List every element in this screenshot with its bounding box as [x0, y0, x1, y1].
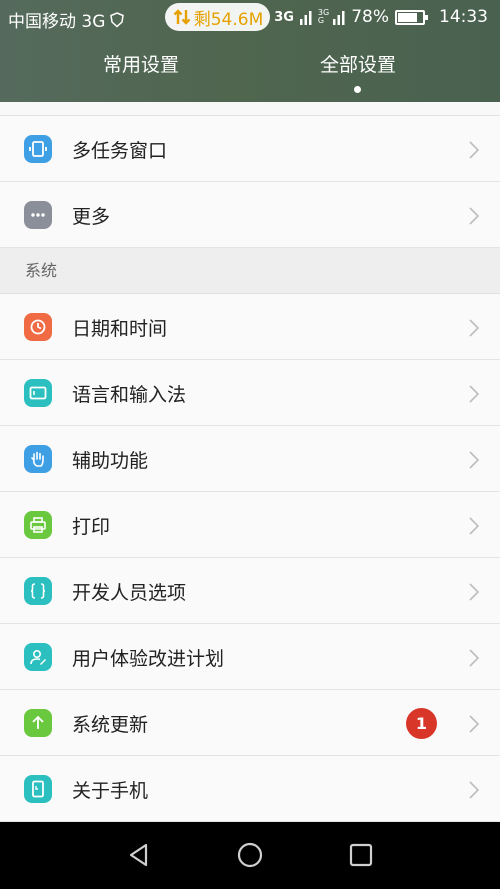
hand-icon — [24, 445, 52, 473]
carrier-label: 中国移动 3G — [8, 12, 106, 32]
home-icon[interactable] — [235, 840, 265, 870]
back-icon[interactable] — [124, 840, 154, 870]
system-nav-bar — [0, 822, 500, 889]
list-item-more[interactable]: 更多 — [0, 182, 500, 248]
list-item-label: 辅助功能 — [72, 450, 149, 472]
signal-icon-2 — [333, 11, 345, 25]
signal-icon — [299, 11, 312, 25]
shield-icon — [110, 11, 125, 28]
selected-tab-indicator — [354, 86, 361, 93]
list-item-label: 打印 — [72, 516, 111, 538]
list-item-label: 语言和输入法 — [72, 384, 187, 406]
printer-icon — [24, 511, 52, 539]
clock-time: 14:33 — [439, 7, 488, 27]
chevron-right-icon — [469, 207, 480, 225]
status-bar: 中国移动 3G 剩54.6M 3G 3G G 78% 14:33 — [0, 0, 500, 36]
chevron-right-icon — [469, 319, 480, 337]
list-item-label: 关于手机 — [72, 780, 149, 802]
list-item-language-input[interactable]: 语言和输入法 — [0, 360, 500, 426]
data-remaining-text: 剩54.6M — [193, 9, 264, 30]
multi-window-icon — [24, 135, 52, 163]
data-transfer-icon — [173, 9, 191, 25]
list-top-spacer — [0, 102, 500, 116]
network-type-small: 3G G — [318, 9, 329, 25]
section-header-system: 系统 — [0, 248, 500, 294]
chevron-right-icon — [469, 451, 480, 469]
chevron-right-icon — [469, 385, 480, 403]
list-item-date-time[interactable]: 日期和时间 — [0, 294, 500, 360]
chevron-right-icon — [469, 583, 480, 601]
app-header: 中国移动 3G 剩54.6M 3G 3G G 78% 14:33 常用设置 全部… — [0, 0, 500, 102]
chevron-right-icon — [469, 141, 480, 159]
keyboard-icon — [24, 379, 52, 407]
user-edit-icon — [24, 643, 52, 671]
chevron-right-icon — [469, 781, 480, 799]
chevron-right-icon — [469, 649, 480, 667]
list-item-label: 更多 — [72, 206, 111, 228]
more-dots-icon — [24, 201, 52, 229]
list-item-label: 多任务窗口 — [72, 140, 168, 162]
braces-icon — [24, 577, 52, 605]
data-usage-badge: 剩54.6M — [165, 3, 270, 31]
list-item-print[interactable]: 打印 — [0, 492, 500, 558]
tab-bar: 常用设置 全部设置 — [0, 50, 500, 90]
battery-percent: 78% — [351, 7, 389, 27]
list-item-label: 用户体验改进计划 — [72, 648, 225, 670]
network-type-label: 3G — [274, 9, 294, 25]
list-item-label: 日期和时间 — [72, 318, 168, 340]
clock-icon — [24, 313, 52, 341]
list-item-about-phone[interactable]: 关于手机 — [0, 756, 500, 822]
list-item-label: 开发人员选项 — [72, 582, 187, 604]
recent-apps-icon[interactable] — [346, 840, 376, 870]
battery-icon — [395, 9, 428, 25]
list-item-label: 系统更新 — [72, 714, 149, 736]
chevron-right-icon — [469, 517, 480, 535]
chevron-right-icon — [469, 715, 480, 733]
phone-icon — [24, 775, 52, 803]
update-count-badge: 1 — [406, 708, 437, 739]
tab-all-settings[interactable]: 全部设置 — [233, 50, 483, 77]
list-item-user-experience[interactable]: 用户体验改进计划 — [0, 624, 500, 690]
list-item-multi-window[interactable]: 多任务窗口 — [0, 116, 500, 182]
tab-common-settings[interactable]: 常用设置 — [17, 50, 267, 77]
list-item-developer-options[interactable]: 开发人员选项 — [0, 558, 500, 624]
list-item-accessibility[interactable]: 辅助功能 — [0, 426, 500, 492]
network-type-small-bottom: G — [317, 16, 325, 25]
up-arrow-icon — [24, 709, 52, 737]
